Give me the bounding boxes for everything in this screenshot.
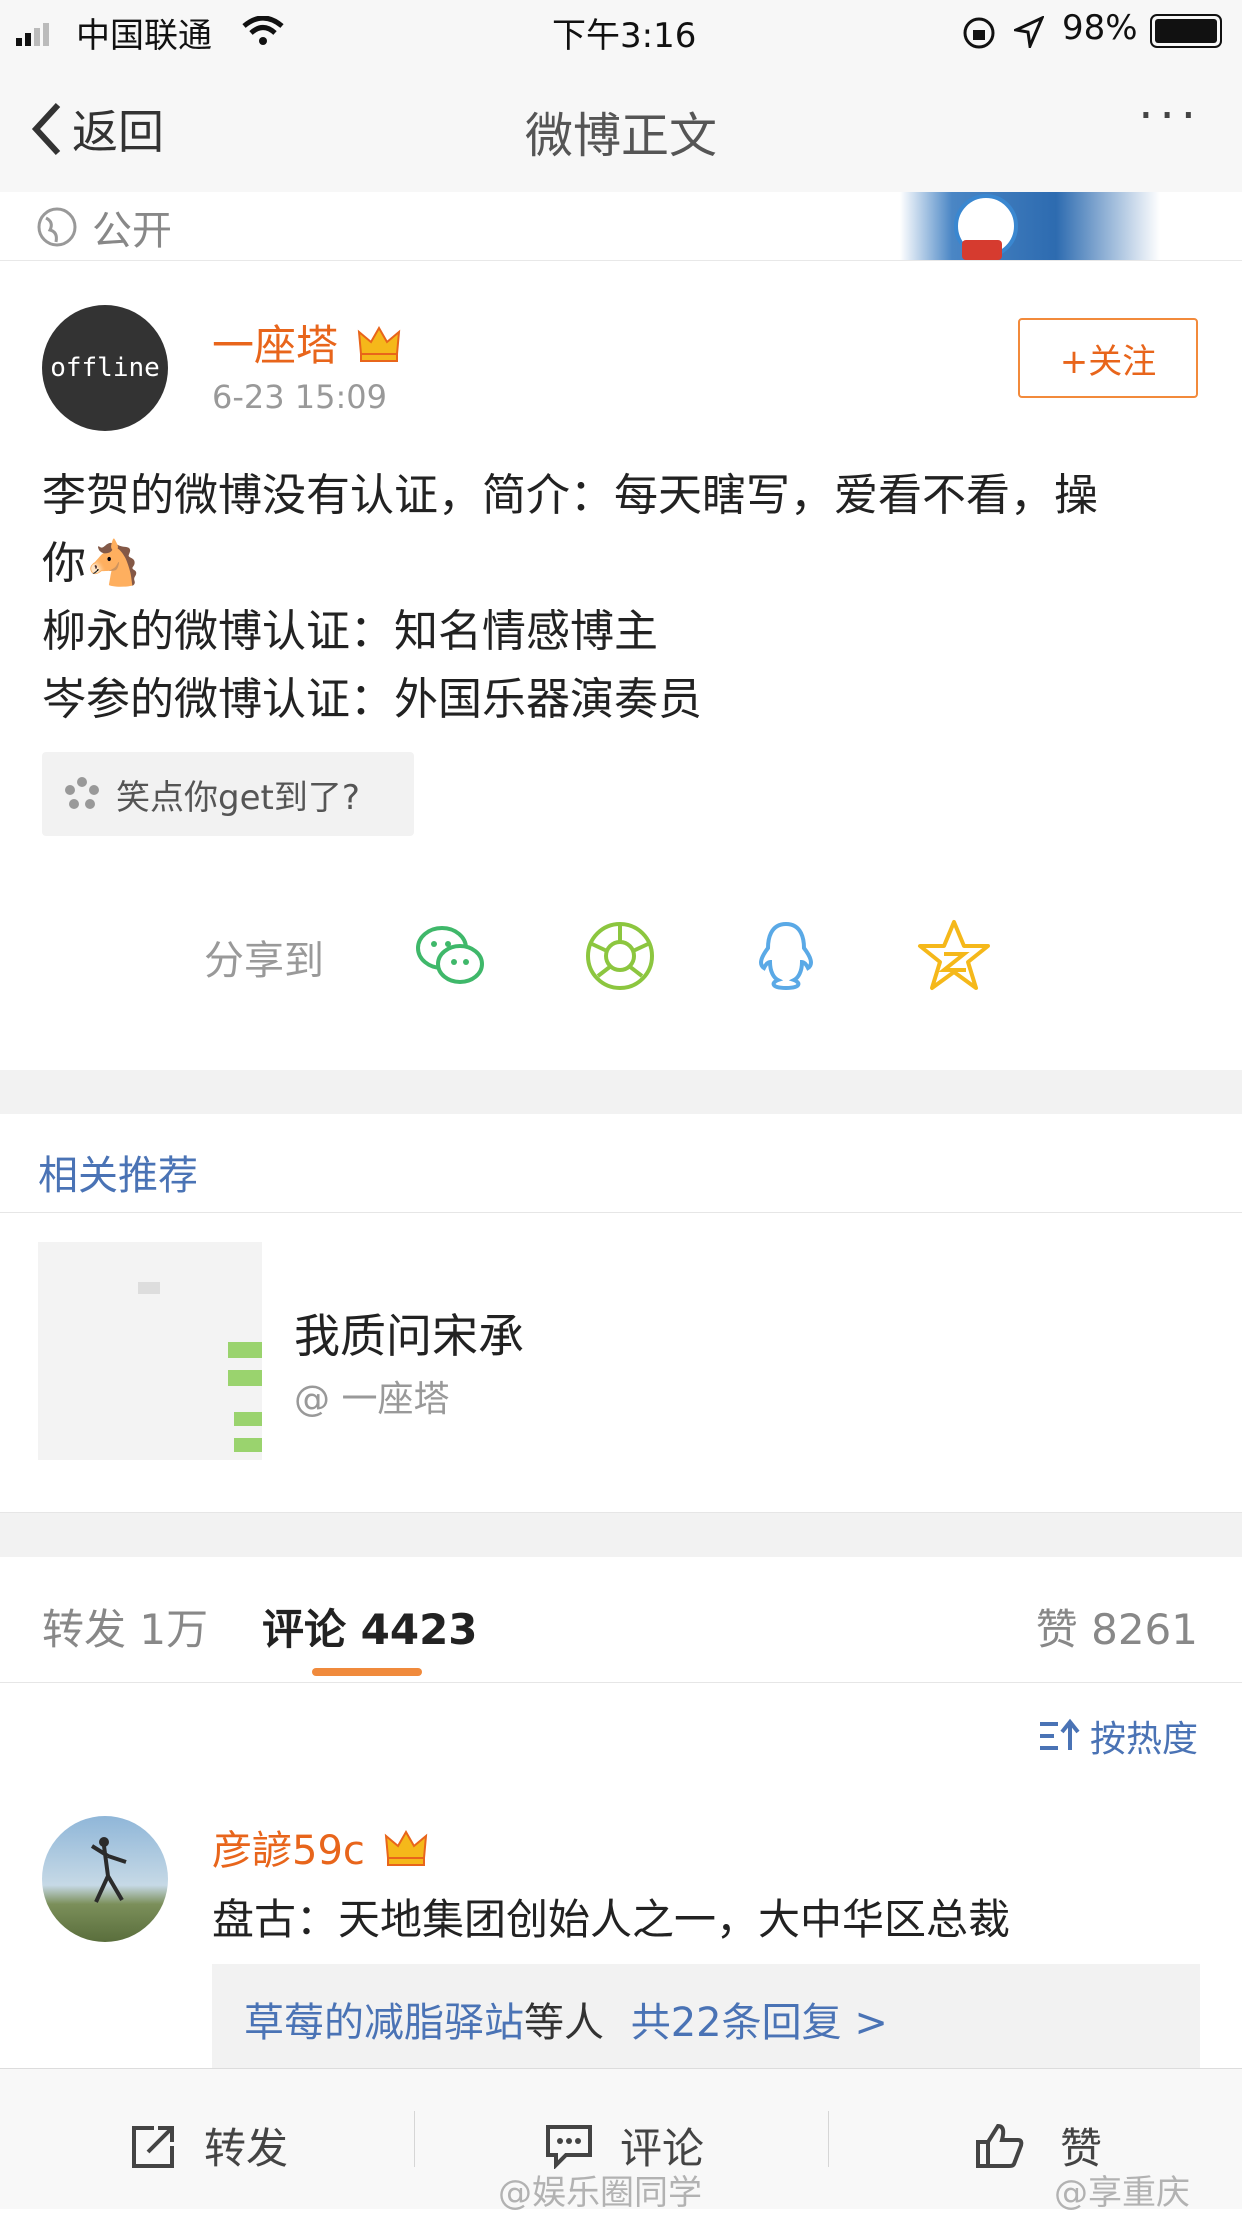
repost-icon [132, 2125, 174, 2168]
post-line: 你🐴 [42, 538, 141, 589]
tab-likes[interactable]: 赞 8261 [1036, 1596, 1198, 1657]
post-line: 李贺的微博没有认证，简介：每天瞎写，爱看不看，操 [42, 470, 1098, 521]
replies-summary: 草莓的减脂驿站等人 共22条回复 > [244, 2000, 888, 2046]
share-label: 分享到 [204, 938, 324, 984]
visibility-label: 公开 [36, 198, 172, 256]
replies-box[interactable]: 草莓的减脂驿站等人 共22条回复 > [212, 1964, 1200, 2068]
topic-chip[interactable]: 笑点你get到了? [42, 752, 414, 836]
globe-icon [37, 207, 77, 247]
post-line: 柳永的微博认证：知名情感博主 [42, 606, 658, 657]
comment-icon [546, 2124, 592, 2169]
nav-bar: 返回 微博正文 ··· [0, 62, 1242, 193]
tab-reposts[interactable]: 转发 1万 [42, 1596, 208, 1657]
related-header: 相关推荐 [38, 1153, 198, 1199]
qq-icon[interactable] [748, 918, 824, 994]
sort-icon [1039, 1718, 1080, 1750]
comment-text: 盘古：天地集团创始人之一，大中华区总裁 [212, 1895, 1011, 1944]
author-avatar[interactable]: offline [42, 305, 168, 431]
location-icon [1014, 16, 1044, 48]
related-title[interactable]: 我质问宋承 [294, 1300, 524, 1366]
wifi-icon [242, 16, 284, 45]
status-time: 下午3:16 [552, 16, 697, 56]
carrier-name: 中国联通 [76, 16, 212, 56]
more-options-button[interactable]: ··· [1138, 88, 1202, 144]
divider [0, 1212, 1242, 1213]
section-divider [0, 1070, 1242, 1114]
tab-comments[interactable]: 评论 4423 [262, 1596, 478, 1657]
post-timestamp: 6-23 15:09 [212, 378, 388, 416]
share-row: 分享到 [0, 910, 1242, 1000]
qzone-icon[interactable] [916, 918, 992, 994]
divider [414, 2111, 415, 2167]
watermark: @享重庆 [1054, 2173, 1190, 2213]
banner-image [900, 192, 1160, 260]
signal-icon [16, 23, 49, 46]
related-author[interactable]: @ 一座塔 [294, 1370, 449, 1422]
thumbs-up-icon [976, 2123, 1024, 2168]
divider [828, 2111, 829, 2167]
commenter-name[interactable]: 彦諺59c [212, 1818, 428, 1876]
section-divider [0, 1512, 1242, 1557]
bottom-action-bar: 转发 评论 赞 @娱乐圈同学 @享重庆 [0, 2068, 1242, 2213]
status-bar: 中国联通 下午3:16 98% [0, 0, 1242, 62]
battery-percent: 98% [1062, 8, 1138, 48]
crown-badge-icon [384, 1829, 427, 1866]
active-tab-indicator [312, 1668, 422, 1676]
related-thumbnail[interactable] [38, 1242, 262, 1460]
topic-icon [65, 777, 99, 809]
crown-badge-icon [358, 325, 401, 362]
commenter-avatar[interactable] [42, 1816, 168, 1942]
wechat-icon[interactable] [412, 918, 488, 994]
moments-icon[interactable] [582, 918, 658, 994]
avatar-figure [90, 1837, 127, 1903]
author-name[interactable]: 一座塔 [212, 312, 401, 373]
sort-toggle[interactable]: 按热度 [1038, 1710, 1198, 1762]
watermark: @娱乐圈同学 [498, 2173, 702, 2213]
tabs-bar: 转发 1万 评论 4423 赞 8261 [0, 1556, 1242, 1683]
rotation-lock-icon [963, 17, 995, 49]
page-title: 微博正文 [524, 108, 717, 164]
repost-button[interactable]: 转发 [130, 2115, 288, 2176]
post-line: 岑参的微博认证：外国乐器演奏员 [42, 674, 702, 725]
previous-card-strip: 公开 [0, 192, 1242, 261]
reply-user-link[interactable]: 草莓的减脂驿站 [244, 2000, 524, 2046]
follow-button[interactable]: +关注 [1018, 318, 1198, 398]
view-replies-link[interactable]: 共22条回复 > [631, 2000, 888, 2046]
battery-icon [1150, 14, 1222, 48]
post-text: 李贺的微博没有认证，简介：每天瞎写，爱看不看，操 你🐴 柳永的微博认证：知名情感… [42, 462, 1202, 734]
